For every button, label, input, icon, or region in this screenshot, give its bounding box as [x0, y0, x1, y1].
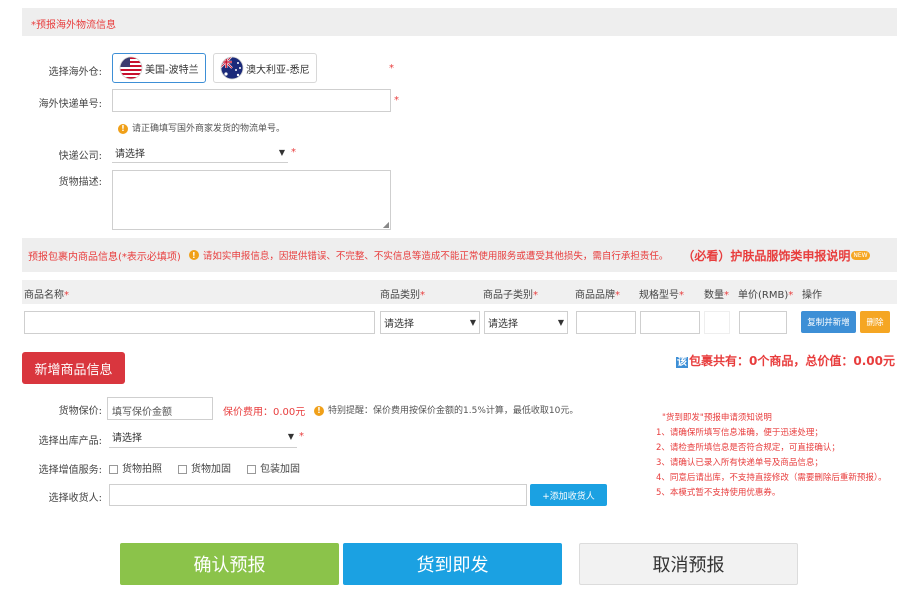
notes-title: "货到即发"预报申请须知说明	[662, 413, 772, 423]
product-label: 选择出库产品:	[38, 436, 102, 447]
warehouse-option-us[interactable]: 美国-波特兰	[112, 53, 206, 83]
col-header-subcategory: 商品子类别*	[483, 290, 538, 301]
warehouse-option-au[interactable]: 澳大利亚-悉尼	[213, 53, 317, 83]
new-badge: NEW	[851, 250, 870, 260]
category-select[interactable]: 请选择 ▼	[380, 311, 480, 334]
courier-label: 快递公司:	[58, 151, 102, 162]
notes-item: 1、请确保所填写信息准确，便于迅速处理；	[656, 428, 823, 438]
courier-required-mark: *	[291, 147, 296, 158]
section1-header: *预报海外物流信息	[22, 8, 897, 36]
warehouse-option-au-label: 澳大利亚-悉尼	[246, 64, 310, 76]
notes-item: 4、同意后请出库，不支持直接修改（需要删除后重新预报）。	[656, 473, 887, 483]
col-header-qty: 数量*	[704, 290, 729, 301]
spec-input[interactable]	[640, 311, 700, 334]
section2-title: 预报包裹内商品信息(*表示必填项)	[28, 251, 181, 263]
notes-item: 2、请检查所填信息是否符合规定，可直接确认；	[656, 443, 840, 453]
section2-header: 预报包裹内商品信息(*表示必填项) ! 请如实申报信息，因提供错误、不完整、不实…	[22, 238, 897, 272]
checkbox[interactable]	[109, 464, 118, 474]
service-option-pack[interactable]: 包装加固	[247, 460, 300, 475]
col-header-actions: 操作	[802, 290, 822, 301]
chevron-down-icon: ▼	[278, 147, 285, 157]
insured-fee: 保价费用：0.00元	[223, 407, 306, 418]
col-header-brand: 商品品牌*	[575, 290, 620, 301]
chevron-down-icon: ▼	[557, 318, 564, 327]
notes-item: 3、请确认已录入所有快递单号及商品信息；	[656, 458, 823, 468]
description-label: 货物描述:	[58, 177, 102, 188]
warning-icon: !	[314, 405, 324, 416]
product-required-mark: *	[299, 431, 304, 442]
notes-panel: "货到即发"预报申请须知说明 1、请确保所填写信息准确，便于迅速处理； 2、请检…	[656, 411, 896, 501]
package-summary-text: 包裹共有：0个商品，总价值：0.00元	[689, 354, 895, 368]
chevron-down-icon: ▼	[287, 432, 294, 441]
receiver-label: 选择收货人:	[48, 493, 102, 504]
us-flag-icon	[119, 56, 143, 80]
chevron-down-icon: ▼	[469, 318, 476, 327]
resize-handle-icon[interactable]: ◢	[383, 220, 389, 229]
insured-input[interactable]: 填写保价金额	[107, 397, 213, 420]
description-textarea[interactable]: ◢	[112, 170, 391, 230]
warning-icon: !	[118, 123, 128, 134]
tracking-input[interactable]	[112, 89, 391, 112]
add-product-button[interactable]: 新增商品信息	[22, 352, 125, 384]
insured-note: ! 特别提醒：保价费用按保价金额的1.5%计算，最低收取10元。	[314, 403, 578, 416]
product-name-input[interactable]	[24, 311, 375, 334]
cancel-button[interactable]: 取消预报	[579, 543, 798, 585]
tracking-hint: ! 请正确填写国外商家发货的物流单号。	[118, 121, 285, 134]
confirm-button[interactable]: 确认预报	[120, 543, 339, 585]
brand-input[interactable]	[576, 311, 636, 334]
services-label: 选择增值服务:	[38, 465, 102, 476]
col-header-price: 单价(RMB)*	[738, 290, 794, 301]
subcategory-select[interactable]: 请选择 ▼	[484, 311, 568, 334]
product-select[interactable]: 请选择 ▼	[109, 426, 297, 448]
warehouse-required-mark: *	[389, 63, 394, 74]
price-input[interactable]	[739, 311, 787, 334]
checkbox[interactable]	[247, 464, 256, 474]
tracking-label: 海外快递单号:	[38, 99, 102, 110]
section2-warning: 请如实申报信息，因提供错误、不完整、不实信息等造成不能正常使用服务或遭受其他损失…	[202, 251, 669, 262]
copy-add-button[interactable]: 复制并新增	[801, 311, 856, 333]
warehouse-label: 选择海外仓:	[48, 67, 102, 78]
au-flag-icon	[220, 56, 244, 80]
qty-input[interactable]	[704, 311, 730, 334]
courier-select[interactable]: 请选择 ▼	[112, 142, 288, 163]
col-header-name: 商品名称*	[24, 290, 69, 301]
service-option-reinforce[interactable]: 货物加固	[178, 460, 231, 475]
col-header-category: 商品类别*	[380, 290, 425, 301]
insured-label: 货物保价:	[58, 406, 102, 417]
service-option-photo[interactable]: 货物拍照	[109, 460, 162, 475]
delete-button[interactable]: 删除	[860, 311, 890, 333]
package-summary: 该包裹共有：0个商品，总价值：0.00元	[676, 352, 897, 369]
notes-item: 5、本模式暂不支持使用优惠券。	[656, 488, 781, 498]
ship-now-button[interactable]: 货到即发	[343, 543, 562, 585]
warehouse-option-us-label: 美国-波特兰	[145, 64, 199, 76]
notice-link[interactable]: （必看）护肤品服饰类申报说明	[682, 247, 850, 264]
info-icon: 该	[676, 357, 688, 368]
warning-icon: !	[188, 250, 199, 260]
checkbox[interactable]	[178, 464, 187, 474]
col-header-spec: 规格型号*	[639, 290, 684, 301]
section1-title: *预报海外物流信息	[31, 20, 116, 31]
receiver-input[interactable]	[109, 484, 527, 506]
product-table-header: 商品名称* 商品类别* 商品子类别* 商品品牌* 规格型号* 数量* 单价(RM…	[22, 280, 897, 304]
add-receiver-button[interactable]: +添加收货人	[530, 484, 607, 506]
tracking-required-mark: *	[394, 95, 399, 106]
